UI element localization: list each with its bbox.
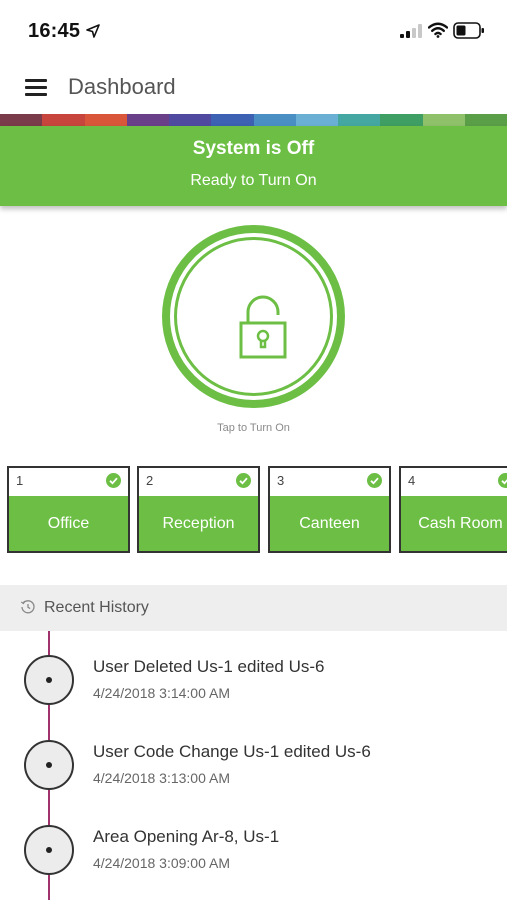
stripe-segment	[422, 114, 465, 126]
status-bar: 16:45	[0, 0, 507, 62]
check-circle-icon	[106, 473, 121, 488]
app-bar: Dashboard	[0, 62, 507, 114]
stripe-segment	[84, 114, 127, 126]
area-number: 2	[146, 473, 154, 488]
stripe-segment	[253, 114, 296, 126]
stripe-segment	[380, 114, 423, 126]
recent-history-header: Recent History	[0, 585, 507, 631]
stripe-segment	[42, 114, 85, 126]
timeline-dot-icon	[24, 740, 74, 790]
check-circle-icon	[236, 473, 251, 488]
brand-color-stripe	[0, 114, 507, 126]
area-name: Reception	[139, 496, 258, 551]
area-name: Office	[9, 496, 128, 551]
stripe-segment	[211, 114, 254, 126]
history-clock-icon	[20, 600, 35, 614]
hamburger-menu-icon[interactable]	[22, 76, 48, 98]
status-time: 16:45	[28, 20, 81, 42]
recent-history-title: Recent History	[44, 599, 149, 616]
area-name: Cash Room	[401, 496, 507, 551]
area-card-office[interactable]: 1 Office	[7, 466, 130, 553]
unlocked-padlock-icon	[239, 295, 287, 359]
history-item-time: 4/24/2018 3:09:00 AM	[93, 855, 230, 871]
history-item[interactable]: User Code Change Us-1 edited Us-6 4/24/2…	[0, 740, 507, 810]
area-list: 1 Office 2 Reception 3 Canteen 4 Cash Ro…	[0, 466, 507, 554]
history-item-title: Area Opening Ar-8, Us-1	[93, 827, 280, 846]
system-status-banner: System is Off Ready to Turn On	[0, 126, 507, 206]
stripe-segment	[295, 114, 338, 126]
history-item-time: 4/24/2018 3:14:00 AM	[93, 685, 230, 701]
history-item-title: User Code Change Us-1 edited Us-6	[93, 742, 371, 761]
area-card-reception[interactable]: 2 Reception	[137, 466, 260, 553]
stripe-segment	[338, 114, 381, 126]
tap-to-turn-on-hint: Tap to Turn On	[217, 422, 290, 434]
area-number: 1	[16, 473, 24, 488]
history-item[interactable]: Area Opening Ar-8, Us-1 4/24/2018 3:09:0…	[0, 825, 507, 895]
stripe-segment	[126, 114, 169, 126]
timeline-dot-icon	[24, 655, 74, 705]
history-item[interactable]: User Deleted Us-1 edited Us-6 4/24/2018 …	[0, 655, 507, 725]
check-circle-icon	[498, 473, 507, 488]
area-name: Canteen	[270, 496, 389, 551]
timeline-dot-icon	[24, 825, 74, 875]
battery-icon	[453, 22, 484, 39]
area-card-cash-room[interactable]: 4 Cash Room	[399, 466, 507, 553]
history-item-title: User Deleted Us-1 edited Us-6	[93, 657, 325, 676]
location-arrow-icon	[86, 24, 100, 38]
system-status-title: System is Off	[192, 138, 315, 159]
stripe-segment	[464, 114, 507, 126]
area-card-canteen[interactable]: 3 Canteen	[268, 466, 391, 553]
stripe-segment	[0, 114, 43, 126]
turn-on-button-inner-ring	[174, 237, 333, 396]
wifi-icon	[428, 22, 448, 38]
stripe-segment	[169, 114, 212, 126]
page-title: Dashboard	[68, 74, 176, 99]
cellular-signal-icon	[400, 24, 422, 38]
area-number: 3	[277, 473, 285, 488]
area-number: 4	[408, 473, 416, 488]
turn-on-button[interactable]	[162, 225, 345, 408]
history-item-time: 4/24/2018 3:13:00 AM	[93, 770, 230, 786]
system-status-subtitle: Ready to Turn On	[190, 172, 317, 189]
check-circle-icon	[367, 473, 382, 488]
